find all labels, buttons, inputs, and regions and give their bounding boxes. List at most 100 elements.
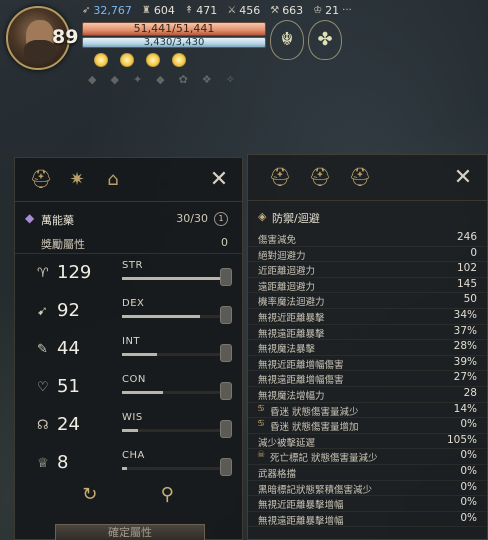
attribute-bar xyxy=(122,315,222,318)
attribute-bar xyxy=(122,391,222,394)
tab-helmet[interactable]: ⛑ xyxy=(23,164,59,196)
stat-arrows: ↟ 471 xyxy=(184,4,218,17)
swirl-icon: ♋ xyxy=(257,403,266,414)
attribute-handle[interactable] xyxy=(220,382,232,400)
strength-icon: ♈ xyxy=(37,266,49,281)
stat-row: 無視魔法增幅力 28 xyxy=(248,387,487,403)
stat-label: 昏迷 狀態傷害量減少 xyxy=(270,406,359,418)
stat-value: 0 xyxy=(470,246,477,259)
search-icon: ⚲ xyxy=(160,484,174,505)
stat-row: 機率魔法迴避力 50 xyxy=(248,293,487,309)
attribute-bar-fill xyxy=(122,353,157,356)
tab-helmet-attack[interactable]: ⛑ xyxy=(260,162,300,194)
tab-helmet-resist[interactable]: ⛑ xyxy=(340,162,380,194)
attribute-value: 92 xyxy=(57,300,80,321)
stat-wing: ➶ 32,767 xyxy=(82,4,132,17)
stat-label: 死亡標記 狀態傷害量減少 xyxy=(270,453,378,465)
buff-icon[interactable] xyxy=(172,53,186,67)
attribute-list: ♈ 129 STR ➹ 92 DEX ✎ 44 INT ♡ 51 CON ☊ 2… xyxy=(15,258,242,486)
fortress-icon: ♜ xyxy=(141,5,151,16)
defense-tabs: ⛑ ⛑ ⛑ ✕ xyxy=(248,155,487,201)
attribute-name: INT xyxy=(122,336,141,347)
status-icon: ◆ xyxy=(88,73,97,86)
section-header: ◈ 防禦/迴避 xyxy=(248,207,487,229)
attribute-bar-fill xyxy=(122,429,138,432)
section-title: 防禦/迴避 xyxy=(272,212,320,225)
potion-name: 萬能藥 xyxy=(41,214,74,227)
tab-star[interactable]: ✷ xyxy=(59,164,95,196)
potion-badge[interactable]: 1 xyxy=(214,212,228,226)
stat-value: 0% xyxy=(460,449,477,462)
stat-row: 減少被擊延遲 105% xyxy=(248,434,487,450)
stat-row: 近距離迴避力 102 xyxy=(248,262,487,278)
potion-count: 30/30 xyxy=(176,212,208,225)
stat-value: 0% xyxy=(460,496,477,509)
status-icon: ❖ xyxy=(201,73,212,86)
status-icon: ✿ xyxy=(178,73,188,86)
attribute-tabs: ⛑ ✷ ⌂ ✕ xyxy=(15,158,242,202)
stat-label: 機率魔法迴避力 xyxy=(258,297,325,309)
helmet-shield-icon: ⛑ xyxy=(308,167,332,188)
reset-button[interactable]: ↻ xyxy=(75,480,105,510)
stat-value: 14% xyxy=(453,402,477,415)
stat-value: 39% xyxy=(453,355,477,368)
blade-icon: ⚒ xyxy=(270,5,280,16)
stat-row: 絕對迴避力 0 xyxy=(248,247,487,263)
attribute-bar xyxy=(122,429,222,432)
attribute-handle[interactable] xyxy=(220,268,232,286)
stat-label: 無視遠距離暴擊 xyxy=(258,328,325,340)
stat-value: 102 xyxy=(456,262,477,275)
trophy-icon: ♔ xyxy=(313,5,323,16)
buff-icon[interactable] xyxy=(146,53,160,67)
buff-icon[interactable] xyxy=(120,53,134,67)
stat-blade: ⚒ 663 xyxy=(270,4,304,17)
status-icon: ✧ xyxy=(225,73,235,86)
stat-value: 28 xyxy=(463,386,477,399)
close-button[interactable]: ✕ xyxy=(204,167,234,192)
attribute-handle[interactable] xyxy=(220,420,232,438)
stat-value: 0% xyxy=(460,511,477,524)
stat-row: 無視魔法暴擊 28% xyxy=(248,340,487,356)
attribute-handle[interactable] xyxy=(220,306,232,324)
attribute-bar-fill xyxy=(122,277,220,280)
stat-row: ☠ 死亡標記 狀態傷害量減少 0% xyxy=(248,449,487,465)
bonus-label: 獎勵屬性 xyxy=(41,238,85,251)
stat-label: 無視近距離增幅傷害 xyxy=(258,359,344,371)
mp-bar: 3,430/3,430 xyxy=(82,37,266,48)
attribute-bar-fill xyxy=(122,315,200,318)
character-level: 89 xyxy=(52,26,79,48)
guild-emblem-icon[interactable]: ☬ xyxy=(270,20,304,60)
buff-row xyxy=(94,53,186,67)
close-button[interactable]: ✕ xyxy=(451,165,475,190)
search-button[interactable]: ⚲ xyxy=(152,480,182,510)
constitution-icon: ♡ xyxy=(37,380,49,395)
stat-sword: ⚔ 456 xyxy=(227,4,261,17)
stat-label: 無視魔法增幅力 xyxy=(258,390,325,402)
attribute-handle[interactable] xyxy=(220,458,232,476)
attribute-value: 24 xyxy=(57,414,80,435)
confirm-attributes-button[interactable]: 確定屬性 xyxy=(55,524,205,540)
stat-label: 無視魔法暴擊 xyxy=(258,344,316,356)
stat-label: 無視遠距離暴擊增幅 xyxy=(258,515,344,527)
stat-value: 0% xyxy=(460,418,477,431)
attribute-bar xyxy=(122,353,222,356)
stat-label: 黑暗標記狀態緊積傷害減少 xyxy=(258,484,373,496)
buff-icon[interactable] xyxy=(94,53,108,67)
stat-label: 遠距離迴避力 xyxy=(258,281,316,293)
tab-house[interactable]: ⌂ xyxy=(95,164,131,196)
stat-label: 絕對迴避力 xyxy=(258,250,306,262)
attribute-handle[interactable] xyxy=(220,344,232,362)
stat-label: 減少被擊延遲 xyxy=(258,437,316,449)
stat-label: 昏迷 狀態傷害量增加 xyxy=(270,422,359,434)
stat-row: 無視近距離暴擊 34% xyxy=(248,309,487,325)
tab-helmet-defense[interactable]: ⛑ xyxy=(300,162,340,194)
class-emblem-icon[interactable]: ✤ xyxy=(308,20,342,60)
stat-value: 145 xyxy=(456,277,477,290)
attribute-wis: ☊ 24 WIS xyxy=(15,410,242,448)
star-icon: ✷ xyxy=(69,169,85,190)
stat-value: 246 xyxy=(456,231,477,243)
attribute-bar-fill xyxy=(122,391,163,394)
stat-value: 0% xyxy=(460,480,477,493)
stat-value: 28% xyxy=(453,340,477,353)
attribute-bar xyxy=(122,467,222,470)
